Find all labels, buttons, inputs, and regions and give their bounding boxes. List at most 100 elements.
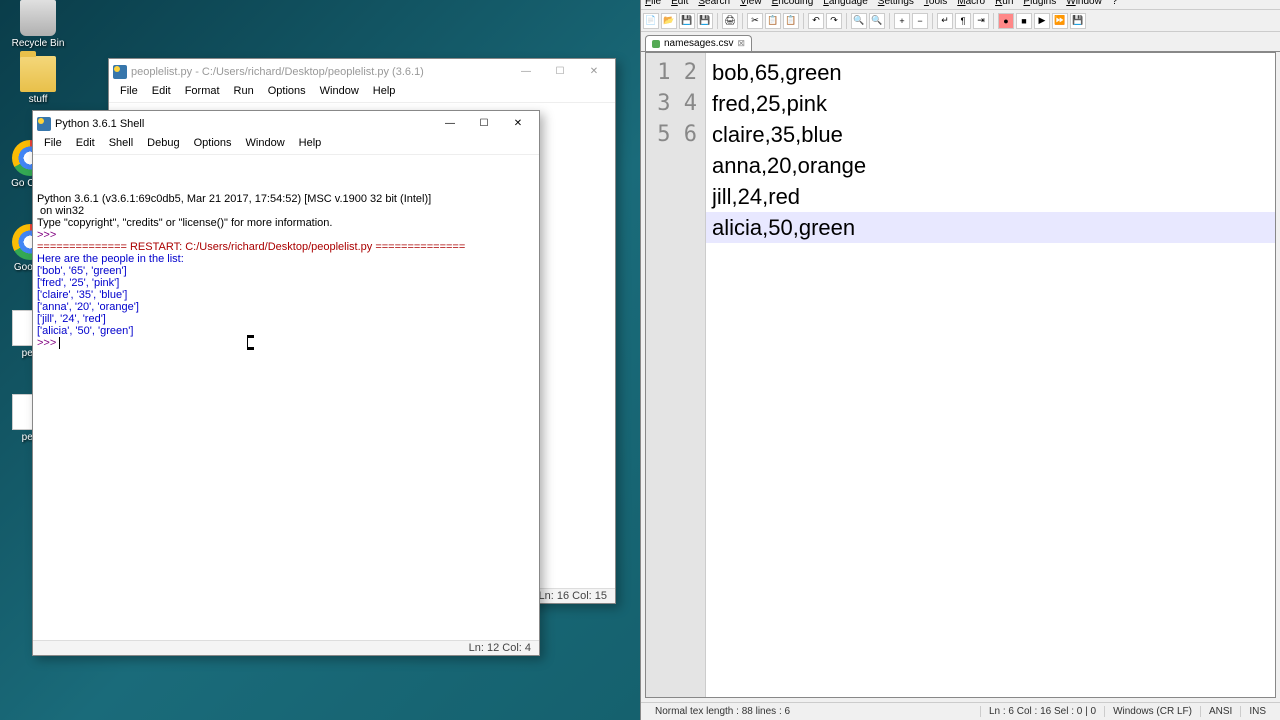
menu-edit[interactable]: Edit	[145, 84, 178, 102]
menu-tools[interactable]: Tools	[924, 0, 947, 7]
close-button[interactable]: ✕	[577, 60, 611, 83]
stop-macro-icon[interactable]: ■	[1016, 13, 1032, 29]
notepadpp-window[interactable]: File Edit Search View Encoding Language Settin…	[640, 0, 1280, 720]
open-icon[interactable]: 📂	[661, 13, 677, 29]
indent-icon[interactable]: ⇥	[973, 13, 989, 29]
wrap-icon[interactable]: ↵	[937, 13, 953, 29]
menu-debug[interactable]: Debug	[140, 136, 186, 154]
menubar: FileEditFormatRunOptionsWindowHelp	[109, 84, 615, 103]
menu-options[interactable]: Options	[187, 136, 239, 154]
save-macro-icon[interactable]: 💾	[1070, 13, 1086, 29]
copy-icon[interactable]: 📋	[765, 13, 781, 29]
shell-line: Python 3.6.1 (v3.6.1:69c0db5, Mar 21 201…	[37, 193, 535, 205]
editor-area[interactable]: 1 2 3 4 5 6 bob,65,green fred,25,pink cl…	[645, 52, 1276, 698]
python-icon	[37, 117, 51, 131]
shell-line: ['fred', '25', 'pink']	[37, 277, 535, 289]
menubar: File Edit Search View Encoding Language Settin…	[641, 0, 1280, 10]
undo-icon[interactable]: ↶	[808, 13, 824, 29]
menubar: FileEditShellDebugOptionsWindowHelp	[33, 136, 539, 155]
menu-edit[interactable]: Edit	[671, 0, 688, 7]
minimize-button[interactable]: —	[509, 60, 543, 83]
menu-settings[interactable]: Settings	[878, 0, 914, 7]
tab-namesages[interactable]: namesages.csv ⊠	[645, 35, 752, 51]
status-insert-mode: INS	[1240, 706, 1274, 717]
toolbar: 📄 📂 💾 💾 🖨 ✂ 📋 📋 ↶ ↷ 🔍 🔍 + − ↵ ¶ ⇥ ● ■ ▶ …	[641, 10, 1280, 32]
recycle-bin[interactable]: Recycle Bin	[8, 0, 68, 49]
menu-language[interactable]: Language	[823, 0, 868, 7]
play-multi-icon[interactable]: ⏩	[1052, 13, 1068, 29]
window-title: peoplelist.py - C:/Users/richard/Desktop…	[127, 66, 509, 78]
close-button[interactable]: ✕	[501, 112, 535, 135]
minimize-button[interactable]: —	[433, 112, 467, 135]
shell-line: >>>	[37, 337, 535, 349]
shell-line: on win32	[37, 205, 535, 217]
shell-line: ['claire', '35', 'blue']	[37, 289, 535, 301]
code-content[interactable]: bob,65,green fred,25,pink claire,35,blue…	[706, 53, 1275, 697]
find-icon[interactable]: 🔍	[851, 13, 867, 29]
shell-line: Type "copyright", "credits" or "license(…	[37, 217, 535, 229]
menu-file[interactable]: File	[37, 136, 69, 154]
menu-help[interactable]: Help	[292, 136, 329, 154]
text-cursor-icon	[247, 335, 254, 350]
window-title: Python 3.6.1 Shell	[51, 118, 433, 130]
menu-encoding[interactable]: Encoding	[772, 0, 814, 7]
menu-file[interactable]: File	[113, 84, 145, 102]
python-icon	[113, 65, 127, 79]
shell-line: ['bob', '65', 'green']	[37, 265, 535, 277]
menu-macro[interactable]: Macro	[957, 0, 985, 7]
chars-icon[interactable]: ¶	[955, 13, 971, 29]
folder-stuff[interactable]: stuff	[8, 56, 68, 105]
replace-icon[interactable]: 🔍	[869, 13, 885, 29]
icon-label: stuff	[8, 94, 68, 105]
shell-line: Here are the people in the list:	[37, 253, 535, 265]
status-length: Normal tex length : 88 lines : 6	[647, 706, 798, 717]
menu-shell[interactable]: Shell	[102, 136, 140, 154]
status-eol: Windows (CR LF)	[1104, 706, 1200, 717]
new-file-icon[interactable]: 📄	[643, 13, 659, 29]
save-icon[interactable]: 💾	[679, 13, 695, 29]
statusbar: Ln: 12 Col: 4	[33, 640, 539, 655]
menu-file[interactable]: File	[645, 0, 661, 7]
maximize-button[interactable]: ☐	[467, 112, 501, 135]
menu-edit[interactable]: Edit	[69, 136, 102, 154]
menu-plugins[interactable]: Plugins	[1023, 0, 1056, 7]
shell-line: ============== RESTART: C:/Users/richard…	[37, 241, 535, 253]
zoom-out-icon[interactable]: −	[912, 13, 928, 29]
maximize-button[interactable]: ☐	[543, 60, 577, 83]
titlebar[interactable]: Python 3.6.1 Shell — ☐ ✕	[33, 111, 539, 136]
titlebar[interactable]: peoplelist.py - C:/Users/richard/Desktop…	[109, 59, 615, 84]
menu-view[interactable]: View	[740, 0, 762, 7]
shell-line: ['anna', '20', 'orange']	[37, 301, 535, 313]
shell-line: ['jill', '24', 'red']	[37, 313, 535, 325]
close-tab-icon[interactable]: ⊠	[737, 38, 745, 49]
menu-window[interactable]: Window	[1066, 0, 1102, 7]
menu-run[interactable]: Run	[995, 0, 1013, 7]
paste-icon[interactable]: 📋	[783, 13, 799, 29]
zoom-in-icon[interactable]: +	[894, 13, 910, 29]
shell-line: >>>	[37, 229, 535, 241]
menu-?[interactable]: ?	[1112, 0, 1118, 7]
cut-icon[interactable]: ✂	[747, 13, 763, 29]
print-icon[interactable]: 🖨	[722, 13, 738, 29]
status-encoding: ANSI	[1200, 706, 1240, 717]
play-macro-icon[interactable]: ▶	[1034, 13, 1050, 29]
menu-format[interactable]: Format	[178, 84, 227, 102]
save-all-icon[interactable]: 💾	[697, 13, 713, 29]
tab-bar: namesages.csv ⊠	[641, 32, 1280, 52]
menu-window[interactable]: Window	[239, 136, 292, 154]
statusbar: Normal tex length : 88 lines : 6 Ln : 6 …	[641, 702, 1280, 720]
menu-window[interactable]: Window	[313, 84, 366, 102]
redo-icon[interactable]: ↷	[826, 13, 842, 29]
menu-run[interactable]: Run	[227, 84, 261, 102]
line-number-gutter: 1 2 3 4 5 6	[646, 53, 706, 697]
menu-search[interactable]: Search	[698, 0, 730, 7]
menu-options[interactable]: Options	[261, 84, 313, 102]
status-position: Ln : 6 Col : 16 Sel : 0 | 0	[980, 706, 1104, 717]
shell-line: ['alicia', '50', 'green']	[37, 325, 535, 337]
shell-content[interactable]: Python 3.6.1 (v3.6.1:69c0db5, Mar 21 201…	[33, 155, 539, 640]
file-status-icon	[652, 40, 660, 48]
icon-label: Recycle Bin	[8, 38, 68, 49]
python-shell-window[interactable]: Python 3.6.1 Shell — ☐ ✕ FileEditShellDe…	[32, 110, 540, 656]
record-macro-icon[interactable]: ●	[998, 13, 1014, 29]
menu-help[interactable]: Help	[366, 84, 403, 102]
